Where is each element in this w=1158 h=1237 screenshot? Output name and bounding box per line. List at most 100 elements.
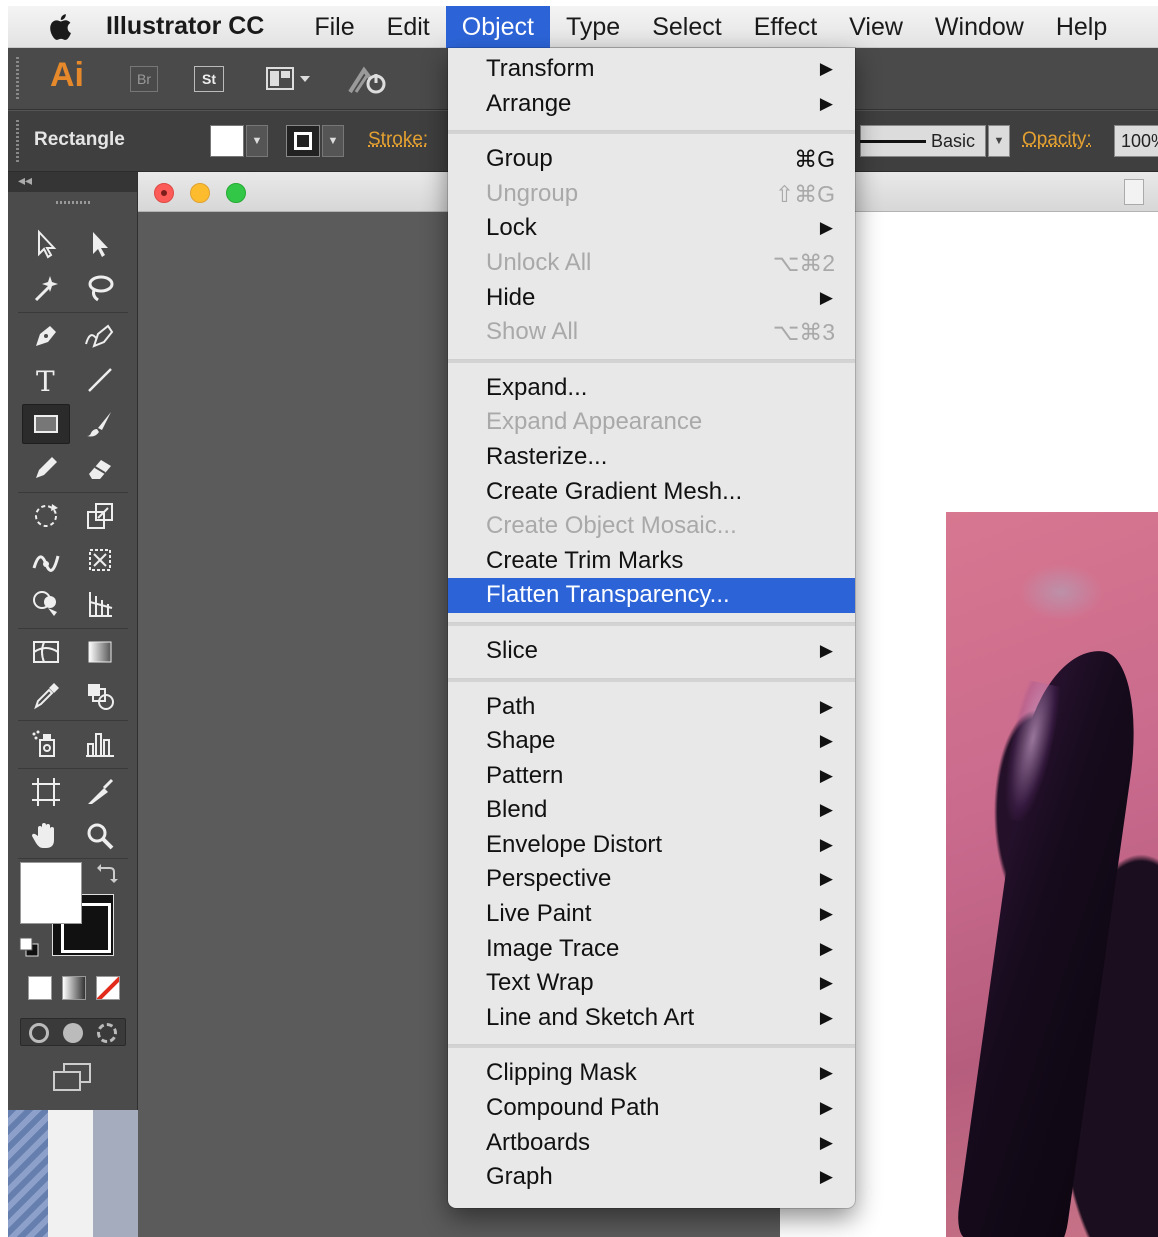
minimize-window-button[interactable] [190, 183, 210, 203]
close-window-button[interactable] [154, 183, 174, 203]
menu-item-perspective[interactable]: Perspective ▶ [448, 862, 855, 897]
eraser-tool-icon[interactable] [76, 448, 124, 488]
menu-effect[interactable]: Effect [738, 6, 833, 48]
menu-item-flatten-transparency[interactable]: Flatten Transparency... [448, 578, 855, 613]
menu-item-group[interactable]: Group ⌘G [448, 142, 855, 177]
menu-item-artboards[interactable]: Artboards ▶ [448, 1126, 855, 1161]
type-tool-icon[interactable]: T [22, 360, 70, 400]
gradient-tool-icon[interactable] [76, 632, 124, 672]
menu-type[interactable]: Type [550, 6, 636, 48]
direct-selection-tool-icon[interactable] [76, 224, 124, 264]
menu-file[interactable]: File [298, 6, 370, 48]
menu-item-envelope-distort[interactable]: Envelope Distort ▶ [448, 828, 855, 863]
menu-window[interactable]: Window [919, 6, 1040, 48]
pen-tool-icon[interactable] [22, 316, 70, 356]
symbol-sprayer-tool-icon[interactable] [22, 724, 70, 764]
menu-edit[interactable]: Edit [371, 6, 446, 48]
blend-tool-icon[interactable] [76, 676, 124, 716]
menu-item-image-trace[interactable]: Image Trace ▶ [448, 932, 855, 967]
menu-item-slice[interactable]: Slice ▶ [448, 634, 855, 669]
menu-view[interactable]: View [833, 6, 919, 48]
line-segment-tool-icon[interactable] [76, 360, 124, 400]
column-graph-tool-icon[interactable] [76, 724, 124, 764]
eyedropper-tool-icon[interactable] [22, 676, 70, 716]
shape-builder-tool-icon[interactable] [22, 584, 70, 624]
menu-item-arrange[interactable]: Arrange ▶ [448, 87, 855, 122]
collapse-panel-icon[interactable]: ◂◂ [18, 172, 32, 189]
fill-dropdown-chevron-icon[interactable]: ▼ [246, 125, 268, 157]
stock-button[interactable]: St [194, 66, 224, 92]
swap-fill-stroke-icon[interactable] [96, 862, 118, 884]
object-menu-dropdown: Transform ▶ Arrange ▶ Group ⌘G Ungroup ⇧⌘G L… [448, 48, 855, 1208]
menu-item-pattern[interactable]: Pattern ▶ [448, 759, 855, 794]
free-transform-tool-icon[interactable] [76, 540, 124, 580]
controlbar-grip[interactable] [16, 120, 19, 164]
appbar-grip[interactable] [16, 57, 19, 101]
stroke-label[interactable]: Stroke: [368, 129, 428, 151]
fill-gradient-mode-icon[interactable] [62, 976, 86, 1000]
menu-item-lock[interactable]: Lock ▶ [448, 211, 855, 246]
zoom-window-button[interactable] [226, 183, 246, 203]
fill-color-box[interactable] [20, 862, 82, 924]
draw-behind-icon[interactable] [63, 1023, 83, 1043]
width-tool-icon[interactable] [22, 540, 70, 580]
zoom-tool-icon[interactable] [76, 816, 124, 856]
menu-item-label: Expand... [486, 373, 588, 401]
apple-icon[interactable] [34, 6, 86, 48]
default-fill-stroke-icon[interactable] [18, 936, 40, 958]
magic-wand-tool-icon[interactable] [22, 268, 70, 308]
menu-item-compound-path[interactable]: Compound Path ▶ [448, 1091, 855, 1126]
menu-item-transform[interactable]: Transform ▶ [448, 52, 855, 87]
opacity-label[interactable]: Opacity: [1022, 129, 1092, 151]
menu-item-live-paint[interactable]: Live Paint ▶ [448, 897, 855, 932]
stroke-dropdown-chevron-icon[interactable]: ▼ [322, 125, 344, 157]
opacity-input[interactable]: 100% [1114, 125, 1158, 157]
stroke-color-swatch[interactable] [286, 125, 320, 157]
mesh-tool-icon[interactable] [22, 632, 70, 672]
tools-panel-grip[interactable] [8, 192, 137, 212]
bridge-button[interactable]: Br [130, 66, 158, 92]
menu-item-rasterize[interactable]: Rasterize... [448, 440, 855, 475]
paintbrush-tool-icon[interactable] [76, 404, 124, 444]
gpu-performance-icon[interactable] [346, 64, 390, 96]
artboard-tool-icon[interactable] [22, 772, 70, 812]
menu-item-path[interactable]: Path ▶ [448, 690, 855, 725]
tools-panel-header[interactable]: ◂◂ [8, 172, 137, 192]
lasso-tool-icon[interactable] [76, 268, 124, 308]
hand-tool-icon[interactable] [22, 816, 70, 856]
document-icon[interactable] [1124, 179, 1144, 205]
menu-item-expand[interactable]: Expand... [448, 371, 855, 406]
curvature-tool-icon[interactable] [76, 316, 124, 356]
change-screen-mode-icon[interactable] [52, 1062, 92, 1092]
rectangle-tool-icon[interactable] [22, 404, 70, 444]
menu-item-hide[interactable]: Hide ▶ [448, 281, 855, 316]
menu-item-graph[interactable]: Graph ▶ [448, 1160, 855, 1195]
draw-normal-icon[interactable] [29, 1023, 49, 1043]
fill-color-swatch[interactable] [210, 125, 244, 157]
menu-item-shape[interactable]: Shape ▶ [448, 724, 855, 759]
selection-tool-icon[interactable] [22, 224, 70, 264]
cat-photo-image[interactable] [946, 512, 1158, 1237]
menu-item-label: Rasterize... [486, 442, 608, 470]
slice-tool-icon[interactable] [76, 772, 124, 812]
style-dropdown-chevron-icon[interactable]: ▼ [988, 125, 1010, 157]
app-name-menu[interactable]: Illustrator CC [106, 12, 264, 41]
menu-select[interactable]: Select [636, 6, 737, 48]
menu-item-label: Clipping Mask [486, 1059, 637, 1087]
pencil-tool-icon[interactable] [22, 448, 70, 488]
rotate-tool-icon[interactable] [22, 496, 70, 536]
workspace-layout-icon[interactable] [266, 66, 316, 92]
menu-item-create-gradient-mesh[interactable]: Create Gradient Mesh... [448, 475, 855, 510]
menu-object[interactable]: Object [445, 5, 551, 48]
menu-item-text-wrap[interactable]: Text Wrap ▶ [448, 966, 855, 1001]
menu-item-line-and-sketch-art[interactable]: Line and Sketch Art ▶ [448, 1001, 855, 1036]
perspective-grid-tool-icon[interactable] [76, 584, 124, 624]
menu-item-blend[interactable]: Blend ▶ [448, 793, 855, 828]
fill-none-mode-icon[interactable] [96, 976, 120, 1000]
menu-item-create-trim-marks[interactable]: Create Trim Marks [448, 544, 855, 579]
menu-item-clipping-mask[interactable]: Clipping Mask ▶ [448, 1056, 855, 1091]
fill-color-mode-icon[interactable] [28, 976, 52, 1000]
draw-inside-icon[interactable] [97, 1023, 117, 1043]
menu-help[interactable]: Help [1040, 6, 1123, 48]
scale-tool-icon[interactable] [76, 496, 124, 536]
